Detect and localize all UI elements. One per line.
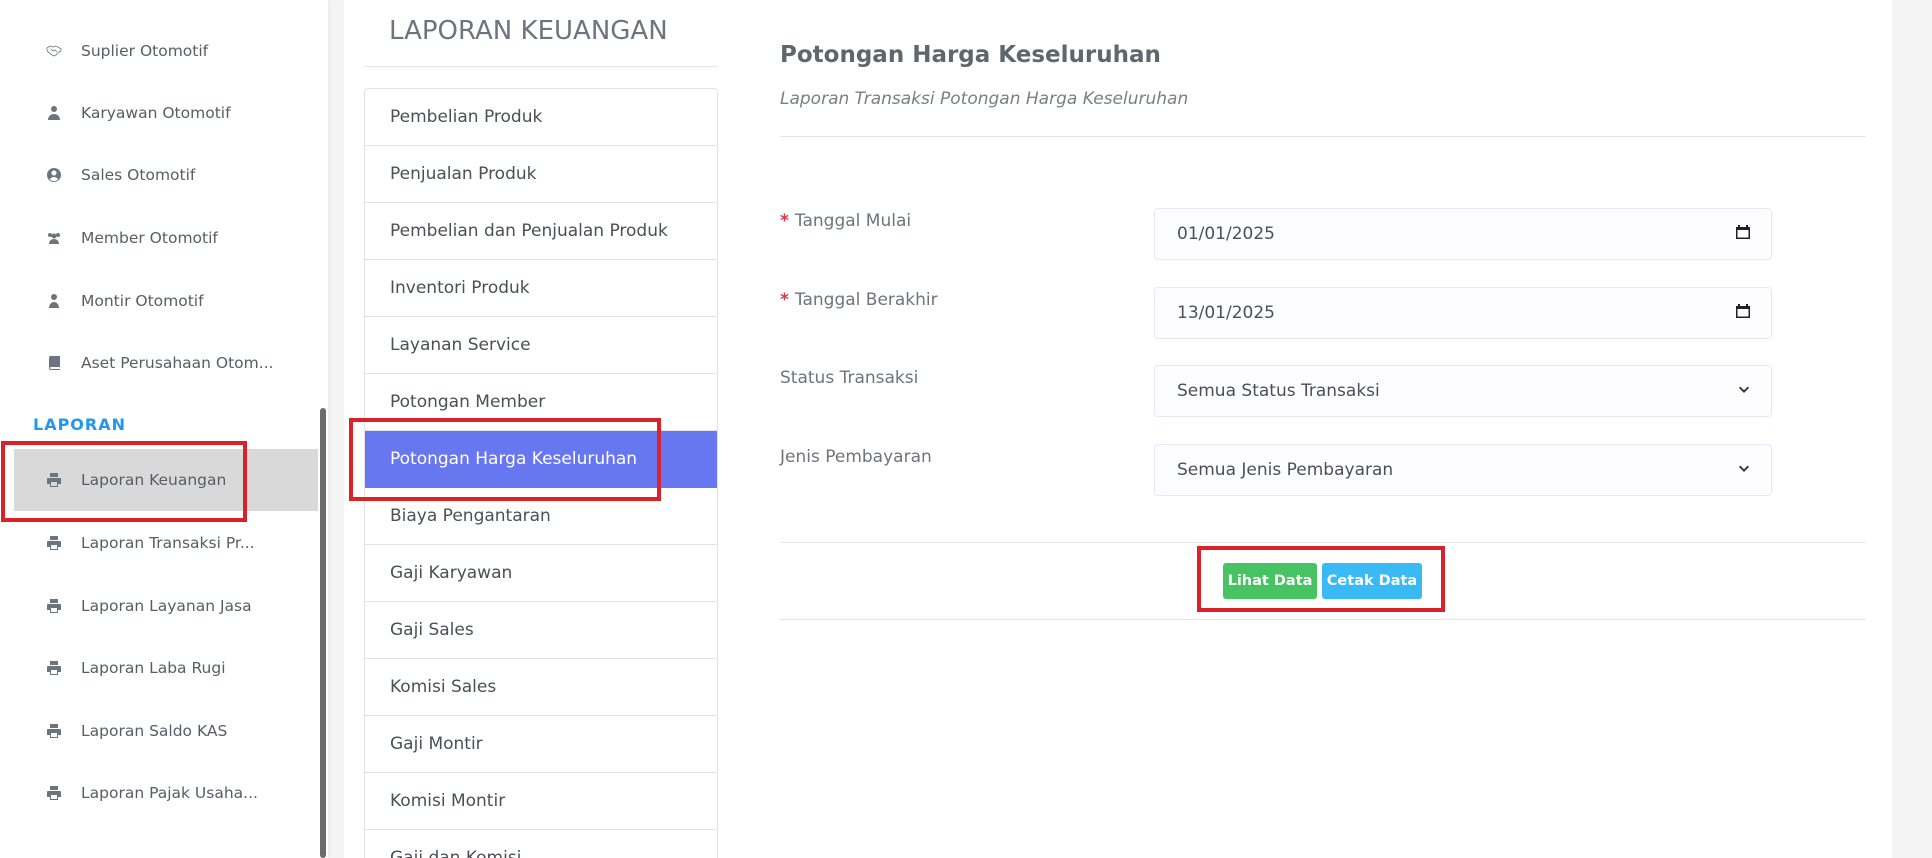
user-circle-icon — [45, 166, 63, 184]
sidebar-item-sales[interactable]: Sales Otomotif — [14, 144, 318, 206]
report-item-layanan-service[interactable]: Layanan Service — [365, 317, 717, 374]
tanggal-berakhir-label-text: Tanggal Berakhir — [794, 290, 938, 310]
tanggal-berakhir-value: 13/01/2025 — [1177, 303, 1275, 323]
print-icon — [45, 784, 63, 802]
highlight-box-sidebar — [1, 441, 247, 522]
report-item-pembelian-penjualan[interactable]: Pembelian dan Penjualan Produk — [365, 203, 717, 260]
report-item-penjualan-produk[interactable]: Penjualan Produk — [365, 146, 717, 203]
sidebar-item-montir[interactable]: Montir Otomotif — [14, 270, 318, 332]
highlight-box-buttons — [1197, 546, 1445, 612]
sidebar-item-karyawan[interactable]: Karyawan Otomotif — [14, 82, 318, 144]
report-item-gaji-montir[interactable]: Gaji Montir — [365, 716, 717, 773]
form-divider-top — [780, 136, 1866, 137]
jenis-pembayaran-label: Jenis Pembayaran — [780, 447, 932, 467]
sidebar-item-member[interactable]: Member Otomotif — [14, 207, 318, 269]
tanggal-mulai-label-text: Tanggal Mulai — [794, 211, 912, 231]
print-icon — [45, 597, 63, 615]
status-transaksi-label: Status Transaksi — [780, 368, 919, 388]
sidebar-item-label: Laporan Laba Rugi — [81, 659, 226, 677]
tanggal-mulai-value: 01/01/2025 — [1177, 224, 1275, 244]
sidebar-item-label: Suplier Otomotif — [81, 42, 209, 60]
tanggal-mulai-input[interactable]: 01/01/2025 — [1154, 208, 1772, 260]
book-icon — [45, 354, 63, 372]
print-icon — [45, 659, 63, 677]
sidebar-item-label: Laporan Pajak Usaha... — [81, 784, 258, 802]
calendar-icon[interactable] — [1735, 303, 1751, 324]
sidebar-item-label: Montir Otomotif — [81, 292, 204, 310]
form-divider-middle — [780, 542, 1866, 543]
report-item-pembelian-produk[interactable]: Pembelian Produk — [365, 89, 717, 146]
report-item-komisi-sales[interactable]: Komisi Sales — [365, 659, 717, 716]
chevron-down-icon — [1737, 460, 1751, 480]
sidebar-item-label: Aset Perusahaan Otom... — [81, 354, 274, 372]
users-icon — [45, 229, 63, 247]
sidebar-item-label: Laporan Saldo KAS — [81, 722, 228, 740]
report-item-inventori[interactable]: Inventori Produk — [365, 260, 717, 317]
sidebar-item-label: Laporan Layanan Jasa — [81, 597, 252, 615]
sidebar-item-label: Member Otomotif — [81, 229, 218, 247]
sidebar-item-label: Laporan Transaksi Pr... — [81, 534, 255, 552]
sidebar: Suplier Otomotif Karyawan Otomotif Sales… — [0, 0, 328, 858]
sidebar-item-aset[interactable]: Aset Perusahaan Otom... — [14, 332, 318, 394]
sidebar-section-heading: LAPORAN — [33, 415, 126, 434]
tanggal-mulai-label: * Tanggal Mulai — [780, 211, 911, 231]
required-marker: * — [780, 211, 789, 231]
report-item-komisi-montir[interactable]: Komisi Montir — [365, 773, 717, 830]
sidebar-item-laporan-pajak[interactable]: Laporan Pajak Usaha... — [14, 762, 318, 824]
print-icon — [45, 722, 63, 740]
tanggal-berakhir-input[interactable]: 13/01/2025 — [1154, 287, 1772, 339]
jenis-pembayaran-value: Semua Jenis Pembayaran — [1177, 460, 1394, 480]
form-divider-bottom — [780, 619, 1866, 620]
status-transaksi-select[interactable]: Semua Status Transaksi — [1154, 365, 1772, 417]
sidebar-item-label: Karyawan Otomotif — [81, 104, 231, 122]
title-divider — [364, 66, 718, 67]
sidebar-scrollbar[interactable] — [320, 408, 326, 858]
handshake-icon — [45, 42, 63, 60]
jenis-pembayaran-select[interactable]: Semua Jenis Pembayaran — [1154, 444, 1772, 496]
user-tie-icon — [45, 104, 63, 122]
report-item-gaji-sales[interactable]: Gaji Sales — [365, 602, 717, 659]
form-subtitle: Laporan Transaksi Potongan Harga Keselur… — [780, 89, 1189, 109]
sidebar-item-suplier[interactable]: Suplier Otomotif — [14, 20, 318, 82]
required-marker: * — [780, 290, 789, 310]
report-item-gaji-karyawan[interactable]: Gaji Karyawan — [365, 545, 717, 602]
status-transaksi-value: Semua Status Transaksi — [1177, 381, 1380, 401]
print-icon — [45, 534, 63, 552]
user-icon — [45, 292, 63, 310]
sidebar-item-laporan-layanan[interactable]: Laporan Layanan Jasa — [14, 575, 318, 637]
chevron-down-icon — [1737, 381, 1751, 401]
calendar-icon[interactable] — [1735, 224, 1751, 245]
report-item-gaji-komisi[interactable]: Gaji dan Komisi — [365, 830, 717, 858]
tanggal-berakhir-label: * Tanggal Berakhir — [780, 290, 938, 310]
sidebar-item-laporan-saldo-kas[interactable]: Laporan Saldo KAS — [14, 700, 318, 762]
sidebar-item-label: Sales Otomotif — [81, 166, 196, 184]
sidebar-item-laporan-laba-rugi[interactable]: Laporan Laba Rugi — [14, 637, 318, 699]
form-title: Potongan Harga Keseluruhan — [780, 42, 1161, 68]
report-title: LAPORAN KEUANGAN — [389, 16, 668, 46]
highlight-box-report-item — [349, 418, 661, 501]
